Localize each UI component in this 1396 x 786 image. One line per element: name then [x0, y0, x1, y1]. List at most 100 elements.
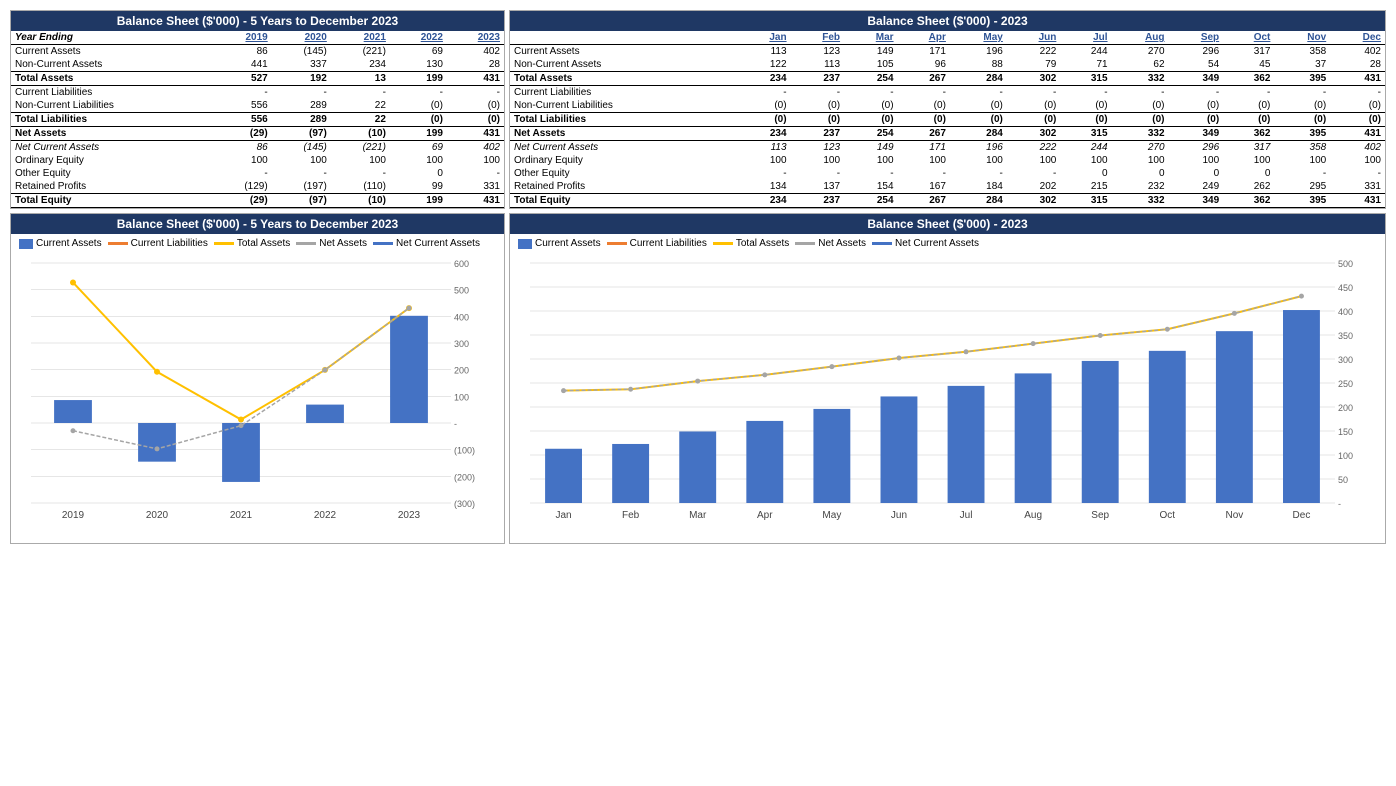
right-row-cell: (0) [1112, 113, 1169, 127]
r-legend-total-assets: Total Assets [713, 238, 789, 249]
right-row-cell: 100 [1223, 154, 1274, 167]
svg-text:May: May [822, 510, 841, 521]
col-2022: 2022 [390, 31, 447, 45]
left-row-cell: 441 [213, 58, 272, 72]
r-legend-net-assets-icon [795, 242, 815, 245]
right-row-cell: 302 [1007, 194, 1060, 208]
table-row: Current Liabilities------------ [510, 86, 1385, 100]
col-nov: Nov [1274, 31, 1330, 45]
left-table-body: Current Assets86(145)(221)69402Non-Curre… [11, 45, 504, 208]
table-row: Total Assets52719213199431 [11, 72, 504, 86]
left-row-cell: - [331, 167, 390, 180]
right-row-label: Net Current Assets [510, 141, 738, 155]
right-row-cell: - [1223, 86, 1274, 100]
right-row-cell: (0) [1330, 113, 1385, 127]
right-row-cell: 123 [791, 141, 844, 155]
right-row-cell: 267 [898, 194, 950, 208]
right-row-cell: 431 [1330, 194, 1385, 208]
svg-text:300: 300 [1338, 355, 1353, 365]
left-table-header: Year Ending 2019 2020 2021 2022 2023 [11, 31, 504, 45]
table-row: Total Equity2342372542672843023153323493… [510, 194, 1385, 208]
svg-text:400: 400 [454, 312, 469, 322]
right-row-cell: - [1007, 86, 1060, 100]
r-legend-total-assets-icon [713, 242, 733, 245]
left-row-cell: (10) [331, 194, 390, 208]
left-row-cell: 556 [213, 99, 272, 113]
left-row-label: Total Assets [11, 72, 213, 86]
legend-current-assets-label: Current Assets [36, 238, 102, 249]
svg-text:Nov: Nov [1225, 510, 1243, 521]
right-row-cell: 222 [1007, 45, 1060, 59]
right-row-cell: (0) [844, 113, 898, 127]
r-legend-current-assets-bar: Current Assets [518, 238, 601, 249]
right-row-cell: 232 [1112, 180, 1169, 194]
right-row-cell: (0) [844, 99, 898, 113]
right-row-cell: 113 [738, 45, 790, 59]
col-jun: Jun [1007, 31, 1060, 45]
right-row-cell: - [844, 167, 898, 180]
r-legend-net-assets-label: Net Assets [818, 238, 866, 249]
svg-text:2020: 2020 [146, 510, 169, 521]
left-row-cell: 199 [390, 127, 447, 141]
table-row: Other Equity------0000-- [510, 167, 1385, 180]
svg-text:50: 50 [1338, 475, 1348, 485]
right-row-cell: - [791, 86, 844, 100]
table-row: Total Liabilities(0)(0)(0)(0)(0)(0)(0)(0… [510, 113, 1385, 127]
table-row: Net Assets234237254267284302315332349362… [510, 127, 1385, 141]
left-row-cell: 527 [213, 72, 272, 86]
right-row-label: Total Equity [510, 194, 738, 208]
right-row-cell: 100 [1274, 154, 1330, 167]
right-row-cell: 171 [898, 45, 950, 59]
right-row-cell: 28 [1330, 58, 1385, 72]
legend-total-assets-icon [214, 242, 234, 245]
left-row-cell: (197) [272, 180, 331, 194]
right-row-cell: 0 [1169, 167, 1224, 180]
right-row-label: Ordinary Equity [510, 154, 738, 167]
left-row-cell: 22 [331, 99, 390, 113]
svg-text:400: 400 [1338, 307, 1353, 317]
right-chart-area: -50100150200250300350400450500JanFebMarA… [510, 253, 1385, 543]
right-row-cell: 284 [950, 72, 1007, 86]
right-row-cell: - [1169, 86, 1224, 100]
right-row-cell: 362 [1223, 194, 1274, 208]
svg-text:200: 200 [454, 366, 469, 376]
left-row-label: Net Current Assets [11, 141, 213, 155]
right-row-cell: 171 [898, 141, 950, 155]
left-row-cell: (29) [213, 127, 272, 141]
col-sep: Sep [1169, 31, 1224, 45]
left-row-cell: (0) [447, 99, 504, 113]
right-row-cell: 137 [791, 180, 844, 194]
svg-text:Feb: Feb [622, 510, 640, 521]
legend-net-assets-icon [296, 242, 316, 245]
svg-text:Jul: Jul [960, 510, 973, 521]
right-row-cell: 431 [1330, 72, 1385, 86]
col-may: May [950, 31, 1007, 45]
right-row-cell: 244 [1060, 141, 1111, 155]
svg-text:450: 450 [1338, 283, 1353, 293]
right-row-label: Retained Profits [510, 180, 738, 194]
right-row-cell: 100 [738, 154, 790, 167]
left-row-cell: - [447, 167, 504, 180]
right-row-cell: 349 [1169, 127, 1224, 141]
table-row: Other Equity---0- [11, 167, 504, 180]
right-row-cell: (0) [1007, 113, 1060, 127]
right-row-label: Total Assets [510, 72, 738, 86]
right-row-cell: (0) [791, 99, 844, 113]
right-row-cell: 249 [1169, 180, 1224, 194]
right-row-cell: (0) [1274, 99, 1330, 113]
r-legend-current-assets-label: Current Assets [535, 238, 601, 249]
right-row-cell: 113 [738, 141, 790, 155]
right-row-cell: 296 [1169, 45, 1224, 59]
left-row-cell: 100 [272, 154, 331, 167]
col-apr: Apr [898, 31, 950, 45]
left-row-cell: 69 [390, 141, 447, 155]
right-table-panel: Balance Sheet ($'000) - 2023 Jan Feb Mar… [509, 10, 1386, 209]
left-row-cell: - [272, 167, 331, 180]
right-row-cell: 0 [1223, 167, 1274, 180]
right-row-cell: 234 [738, 194, 790, 208]
right-row-cell: (0) [791, 113, 844, 127]
right-row-cell: 284 [950, 127, 1007, 141]
right-row-cell: 100 [898, 154, 950, 167]
left-row-cell: (0) [390, 99, 447, 113]
right-row-cell: 362 [1223, 72, 1274, 86]
